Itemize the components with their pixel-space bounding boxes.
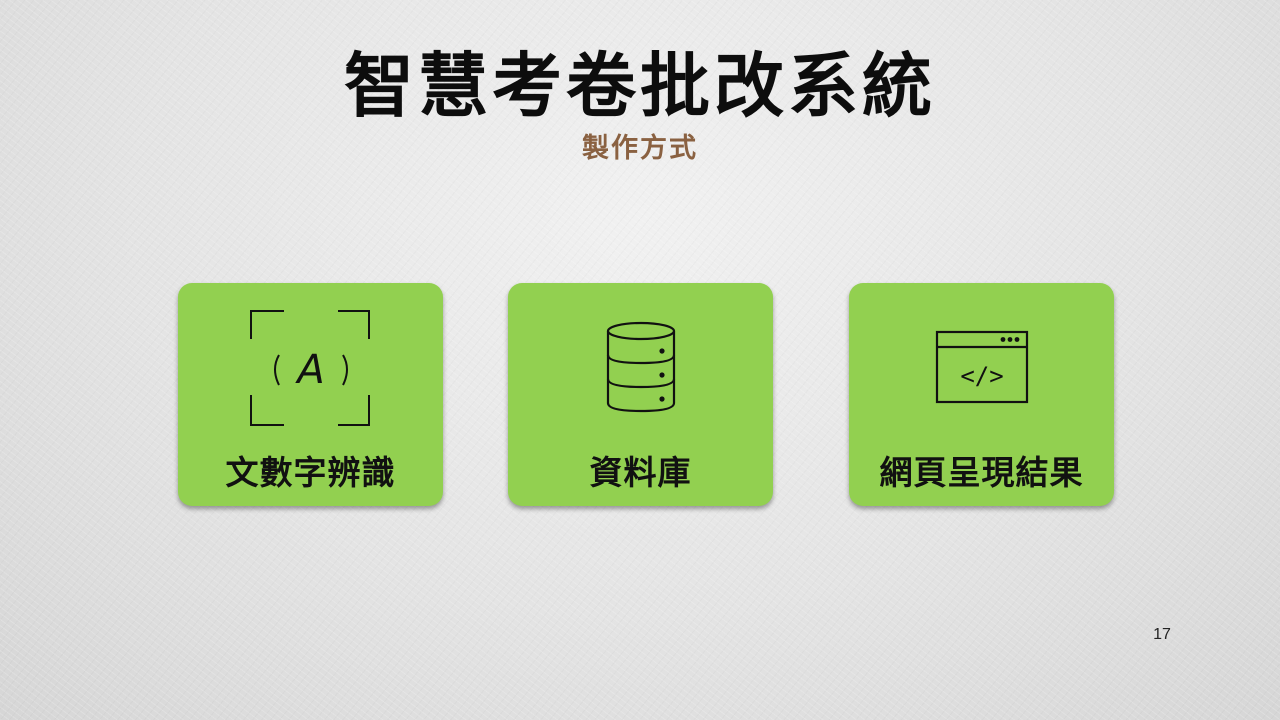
handwritten-a-glyph: A [294,347,324,393]
slide-subtitle: 製作方式 [582,133,698,164]
card-label: 網頁呈現結果 [879,453,1084,492]
handwriting-recognition-icon: A [249,310,370,426]
card-database[interactable]: 資料庫 [508,283,773,506]
web-code-window-icon: </> [935,330,1028,404]
card-label: 文數字辨識 [225,453,396,492]
card-text-number-recognition[interactable]: A 文數字辨識 [178,283,443,506]
page-number: 17 [1153,626,1171,643]
slide-title: 智慧考卷批改系統 [344,45,936,127]
code-brackets-glyph: </> [960,362,1003,390]
database-icon [606,321,675,413]
card-label: 資料庫 [589,453,692,492]
card-web-results[interactable]: </> 網頁呈現結果 [849,283,1114,506]
